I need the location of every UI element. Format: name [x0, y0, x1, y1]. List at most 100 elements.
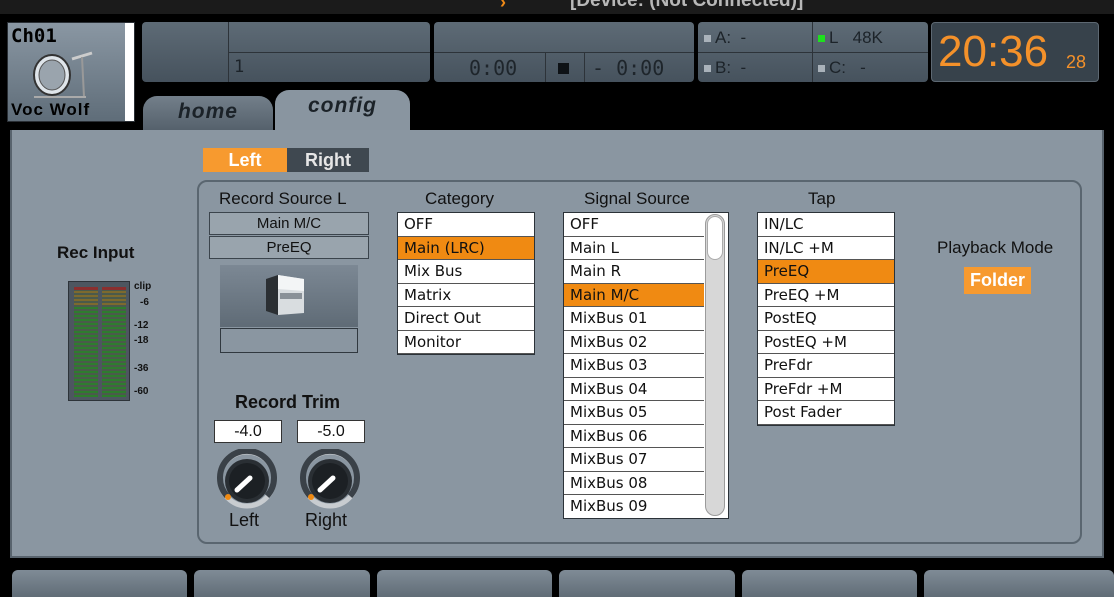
signal-source-title: Signal Source	[584, 189, 690, 208]
channel-id: Ch01	[11, 25, 57, 47]
category-list-item[interactable]: Matrix	[398, 284, 534, 307]
side-toggle: Left Right	[203, 148, 369, 172]
indicator-c: C: -	[818, 58, 866, 78]
indicator-key: C:	[829, 58, 846, 77]
tap-list-item[interactable]: PostEQ	[758, 307, 894, 331]
signal-source-list-item[interactable]: Main R	[564, 260, 704, 284]
signal-source-list-item[interactable]: MixBus 06	[564, 425, 704, 448]
tap-list: IN/LC IN/LC +M PreEQ PreEQ +M PostEQ PostEQ +…	[757, 212, 895, 426]
signal-source-list-item[interactable]: MixBus 02	[564, 331, 704, 354]
indicator-l: L 48K	[818, 28, 883, 48]
meter-scale-label: -18	[134, 335, 149, 346]
tap-title: Tap	[808, 189, 836, 208]
channel-name: Voc Wolf	[11, 100, 91, 119]
meter-scale-label: -6	[140, 297, 149, 308]
tab-home[interactable]: home	[143, 96, 273, 130]
encoder-button-6[interactable]	[924, 570, 1114, 597]
arrow-icon: ›	[500, 0, 506, 12]
tap-list-item[interactable]: PreFdr	[758, 354, 894, 378]
signal-source-scrollbar[interactable]	[705, 214, 725, 516]
signal-source-list-item[interactable]: MixBus 07	[564, 448, 704, 472]
title-bar: › [Device: (Not Connected)]	[0, 0, 1114, 14]
clock-time: 20:36	[938, 27, 1049, 76]
divider	[584, 53, 585, 82]
encoder-button-3[interactable]	[377, 570, 552, 597]
encoder-button-5[interactable]	[742, 570, 917, 597]
trim-left-knob[interactable]	[217, 449, 277, 509]
clock-display: 20:36 28	[931, 22, 1099, 82]
device-status: [Device: (Not Connected)]	[570, 0, 804, 11]
indicator-led	[704, 35, 711, 43]
meter-scale-label: -12	[134, 320, 149, 331]
indicator-value: -	[740, 58, 747, 77]
source-name-field[interactable]	[220, 328, 358, 353]
meter-scale-label: clip	[134, 281, 152, 292]
tap-list-item[interactable]: IN/LC +M	[758, 237, 894, 260]
category-list-item[interactable]: OFF	[398, 213, 534, 237]
meter-right-channel	[102, 287, 126, 397]
record-source-value[interactable]: Main M/C	[209, 212, 369, 235]
signal-source-list-item[interactable]: MixBus 09	[564, 495, 704, 518]
channel-select-button[interactable]: Ch01 Voc Wolf	[7, 22, 135, 122]
category-list-item[interactable]: Direct Out	[398, 307, 534, 331]
tap-list-item[interactable]: PostEQ +M	[758, 331, 894, 354]
divider	[434, 52, 694, 53]
meter-scale-label: -36	[134, 363, 149, 374]
indicator-value: -	[740, 28, 747, 47]
tap-list-item[interactable]: PreEQ	[758, 260, 894, 284]
left-toggle-button[interactable]: Left	[203, 148, 287, 172]
record-tap-value[interactable]: PreEQ	[209, 236, 369, 259]
indicator-value: -	[860, 58, 866, 77]
record-trim-title: Record Trim	[235, 392, 341, 412]
meter-left-channel	[74, 287, 98, 397]
divider	[698, 52, 928, 53]
tab-config[interactable]: config	[275, 90, 410, 130]
scene-display: 1	[142, 22, 430, 82]
category-title: Category	[425, 189, 494, 208]
tap-list-item[interactable]: Post Fader	[758, 401, 894, 425]
transport-display: 0:00 - 0:00	[434, 22, 694, 82]
category-list: OFF Main (LRC) Mix Bus Matrix Direct Out Moni…	[397, 212, 535, 355]
trim-right-knob[interactable]	[300, 449, 360, 509]
category-list-item[interactable]: Main (LRC)	[398, 236, 534, 260]
trim-left-label: Left	[229, 510, 260, 530]
playback-mode-title: Playback Mode	[937, 238, 1054, 257]
trim-right-value[interactable]: -5.0	[297, 420, 365, 443]
signal-source-list-item[interactable]: MixBus 01	[564, 307, 704, 331]
signal-source-list-item[interactable]: MixBus 05	[564, 401, 704, 425]
signal-source-list-item[interactable]: OFF	[564, 213, 704, 237]
signal-source-list-item[interactable]: MixBus 08	[564, 472, 704, 495]
category-list-item[interactable]: Mix Bus	[398, 260, 534, 284]
signal-source-list-item[interactable]: Main M/C	[564, 283, 704, 307]
fader-cap-shape	[266, 275, 304, 315]
indicator-key: B:	[715, 58, 732, 77]
tap-list-item[interactable]: IN/LC	[758, 213, 894, 237]
indicator-key: L	[829, 28, 839, 47]
tap-list-item[interactable]: PreEQ +M	[758, 284, 894, 307]
indicator-led	[818, 35, 825, 43]
record-source-title: Record Source L	[219, 189, 347, 208]
rec-input-title: Rec Input	[57, 243, 135, 262]
clock-seconds: 28	[1066, 52, 1087, 72]
playback-mode-button[interactable]: Folder	[964, 267, 1031, 294]
divider	[545, 53, 546, 82]
encoder-button-2[interactable]	[194, 570, 370, 597]
indicator-led	[704, 65, 711, 73]
trim-right-label: Right	[305, 510, 348, 530]
right-toggle-button[interactable]: Right	[287, 148, 369, 172]
signal-source-list-item[interactable]: MixBus 03	[564, 354, 704, 378]
stop-square-icon[interactable]	[558, 63, 569, 74]
meter-scale-label: -60	[134, 386, 149, 397]
signal-source-list-item[interactable]: MixBus 04	[564, 378, 704, 401]
scrollbar-thumb[interactable]	[707, 216, 723, 260]
tap-list-item[interactable]: PreFdr +M	[758, 378, 894, 401]
fader-knob-icon	[220, 265, 358, 327]
signal-source-list-item[interactable]: Main L	[564, 237, 704, 260]
input-level-meter	[68, 281, 130, 401]
encoder-button-4[interactable]	[559, 570, 735, 597]
category-list-item[interactable]: Monitor	[398, 331, 534, 354]
trim-left-value[interactable]: -4.0	[214, 420, 282, 443]
indicator-b: B: -	[704, 58, 746, 78]
status-indicators: A: - L 48K B: - C: -	[698, 22, 928, 82]
encoder-button-1[interactable]	[12, 570, 187, 597]
